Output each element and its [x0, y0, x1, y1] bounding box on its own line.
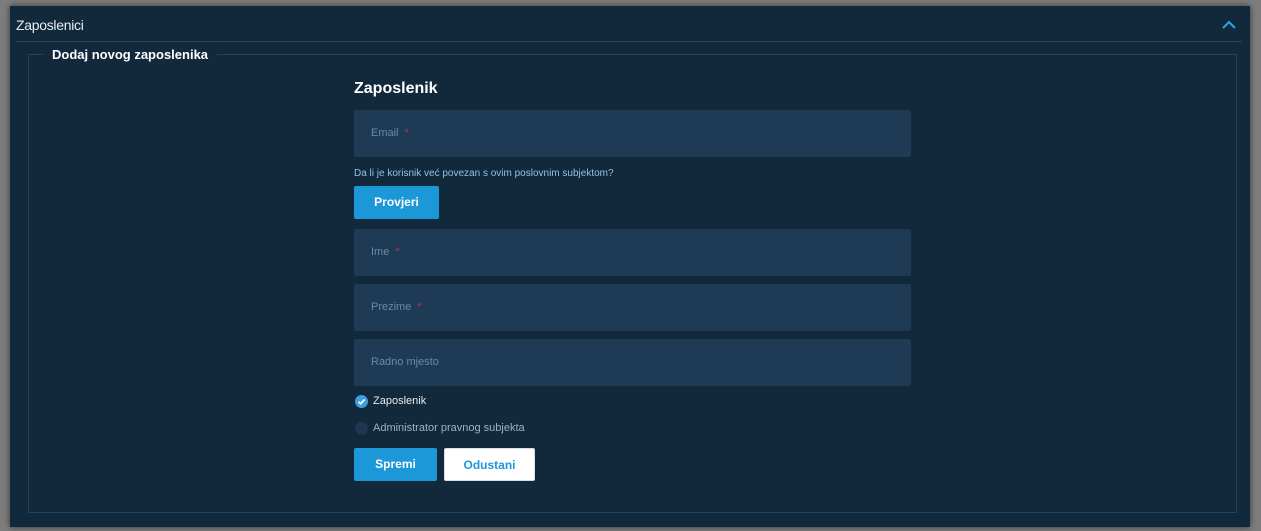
- role-employee-label: Zaposlenik: [373, 395, 427, 407]
- required-mark: *: [404, 127, 409, 139]
- cancel-button[interactable]: Odustani: [444, 448, 535, 481]
- role-employee-checkbox[interactable]: Zaposlenik: [354, 394, 454, 410]
- chevron-up-icon[interactable]: [1220, 18, 1238, 32]
- form-title: Zaposlenik: [354, 80, 438, 97]
- save-button[interactable]: Spremi: [354, 448, 437, 481]
- role-admin-label: Administrator pravnog subjekta: [373, 422, 525, 434]
- email-placeholder: Email *: [371, 127, 409, 139]
- employees-panel: Zaposlenici Dodaj novog zaposlenika Zapo…: [10, 6, 1250, 527]
- check-hint: Da li je korisnik već povezan s ovim pos…: [354, 168, 614, 179]
- first-name-placeholder: Ime *: [371, 246, 400, 258]
- panel-header[interactable]: Zaposlenici: [10, 6, 1250, 42]
- panel-title: Zaposlenici: [16, 17, 84, 33]
- required-mark: *: [417, 301, 422, 313]
- required-mark: *: [395, 246, 400, 258]
- last-name-placeholder: Prezime *: [371, 301, 422, 313]
- last-name-field[interactable]: Prezime *: [354, 284, 911, 331]
- check-button[interactable]: Provjeri: [354, 186, 439, 219]
- section-legend: Dodaj novog zaposlenika: [43, 47, 218, 62]
- header-divider: [16, 41, 1242, 42]
- first-name-field[interactable]: Ime *: [354, 229, 911, 276]
- email-field[interactable]: Email *: [354, 110, 911, 157]
- role-admin-checkbox[interactable]: Administrator pravnog subjekta: [354, 421, 534, 437]
- checkmark-icon: [355, 395, 368, 408]
- job-title-field[interactable]: Radno mjesto: [354, 339, 911, 386]
- job-title-placeholder: Radno mjesto: [371, 356, 439, 368]
- unchecked-circle-icon: [355, 422, 368, 435]
